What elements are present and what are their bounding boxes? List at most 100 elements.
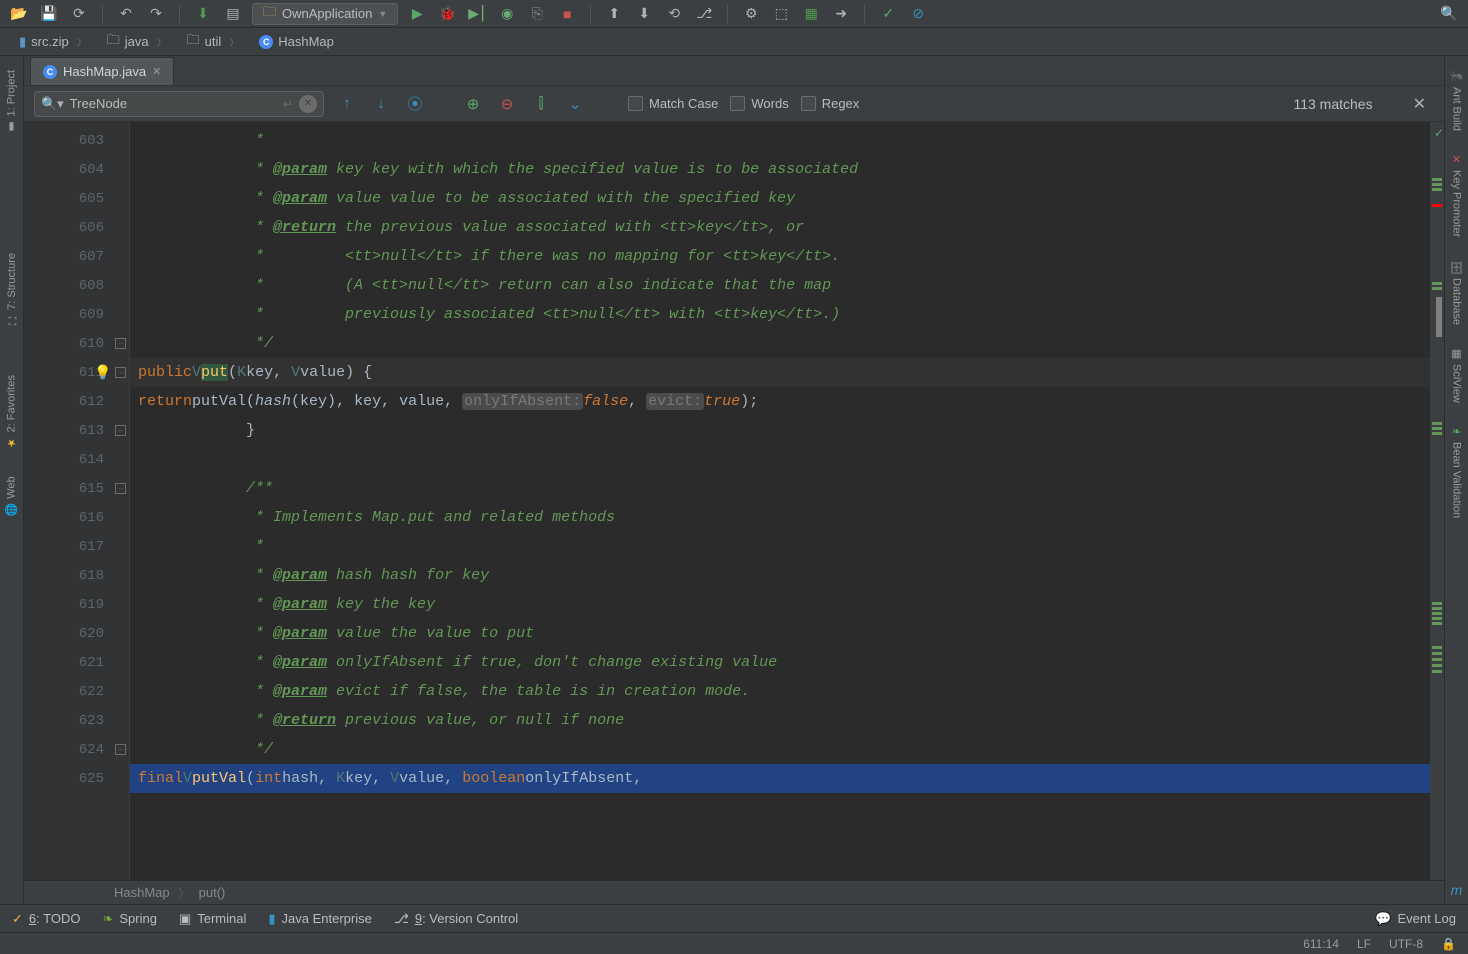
archive-icon: ▮: [19, 34, 26, 50]
coverage-icon[interactable]: ▶⎮: [466, 3, 488, 25]
prev-match-icon[interactable]: ↑: [336, 93, 358, 115]
keypromoter-toolwin-tab[interactable]: ✕Key Promoter: [1448, 147, 1465, 243]
attach-icon[interactable]: ⎘: [526, 3, 548, 25]
intention-bulb-icon[interactable]: 💡: [94, 364, 111, 381]
spring-toolwin-tab[interactable]: ❧Spring: [102, 911, 156, 927]
event-log-tab[interactable]: 💬Event Log: [1375, 911, 1456, 927]
next-match-icon[interactable]: ↓: [370, 93, 392, 115]
bean-toolwin-tab[interactable]: ❧Bean Validation: [1448, 419, 1465, 524]
run-config-label: OwnApplication: [282, 6, 372, 21]
enterprise-toolwin-tab[interactable]: ▮Java Enterprise: [268, 911, 371, 927]
navigation-breadcrumbs: ▮ src.zip 〉 🗀 java 〉 🗀 util 〉 C HashMap: [0, 28, 1468, 56]
regex-checkbox[interactable]: Regex: [801, 96, 860, 111]
crumb-class[interactable]: C HashMap: [250, 30, 343, 53]
tool2-icon[interactable]: ⬚: [770, 3, 792, 25]
line-separator[interactable]: LF: [1357, 937, 1371, 951]
add-selection-icon[interactable]: ⊕: [462, 93, 484, 115]
error-stripe[interactable]: ✓: [1430, 122, 1444, 880]
line-number: 621: [24, 648, 112, 677]
match-case-checkbox[interactable]: Match Case: [628, 96, 718, 111]
inspection-ok-icon: ✓: [1434, 126, 1444, 140]
run-icon[interactable]: ▶: [406, 3, 428, 25]
crumb-src[interactable]: ▮ src.zip 〉: [10, 30, 96, 54]
line-number: 608: [24, 271, 112, 300]
file-encoding[interactable]: UTF-8: [1389, 937, 1423, 951]
tool6-icon[interactable]: ⊘: [907, 3, 929, 25]
run-config-selector[interactable]: 🗀 OwnApplication ▼: [252, 3, 398, 25]
forward-icon[interactable]: ▤: [222, 3, 244, 25]
lock-icon[interactable]: 🔒: [1441, 937, 1456, 951]
tool4-icon[interactable]: ➜: [830, 3, 852, 25]
fold-start-icon[interactable]: –: [112, 474, 129, 503]
checkbox-box: [801, 96, 816, 111]
line-number: 622: [24, 677, 112, 706]
todo-toolwin-tab[interactable]: ✓6: TODO: [12, 911, 80, 927]
search-everywhere-icon[interactable]: 🔍: [1438, 3, 1460, 25]
select-all-icon[interactable]: ⦿: [404, 93, 426, 115]
stop-icon[interactable]: ■: [556, 3, 578, 25]
save-icon[interactable]: 💾: [38, 3, 60, 25]
words-checkbox[interactable]: Words: [730, 96, 788, 111]
close-icon[interactable]: ✕: [152, 65, 161, 78]
sync-icon[interactable]: ⟳: [68, 3, 90, 25]
editor-breadcrumbs[interactable]: HashMap 〉 put(): [24, 880, 1444, 904]
caret-position[interactable]: 611:14: [1303, 937, 1339, 951]
vcs-toolwin-tab[interactable]: ⎇9: Version Control: [394, 911, 518, 927]
fold-column: – 💡– – – –: [112, 122, 130, 880]
separator: [102, 5, 103, 23]
class-icon: C: [259, 35, 273, 49]
database-toolwin-tab[interactable]: 🗄Database: [1448, 254, 1465, 331]
line-number: 618: [24, 561, 112, 590]
maven-icon[interactable]: m: [1451, 882, 1463, 904]
update-icon[interactable]: ⬇: [633, 3, 655, 25]
find-input-box[interactable]: 🔍▾ ↵ ✕: [34, 91, 324, 117]
separator: [590, 5, 591, 23]
ant-toolwin-tab[interactable]: 🐜Ant Build: [1448, 64, 1465, 137]
editor-area[interactable]: 603 604 605 606 607 608 609 610 611⬍ ⬍ 6…: [24, 122, 1444, 880]
fold-end-icon[interactable]: –: [112, 735, 129, 764]
structure-toolwin-tab[interactable]: ⛶7: Structure: [4, 247, 20, 331]
project-toolwin-tab[interactable]: ▮1: Project: [3, 64, 20, 139]
scrollbar-thumb[interactable]: [1436, 297, 1442, 337]
close-find-icon[interactable]: ✕: [1405, 94, 1434, 114]
tool3-icon[interactable]: ▦: [800, 3, 822, 25]
newline-icon[interactable]: ↵: [283, 97, 293, 111]
file-tab[interactable]: C HashMap.java ✕: [30, 57, 174, 85]
back-icon[interactable]: ⬇: [192, 3, 214, 25]
find-input[interactable]: [70, 96, 277, 111]
open-icon[interactable]: 📂: [8, 3, 30, 25]
branch-icon[interactable]: ⎇: [693, 3, 715, 25]
fold-end-icon[interactable]: –: [112, 416, 129, 445]
commit-icon[interactable]: ⬆: [603, 3, 625, 25]
tool1-icon[interactable]: ⚙: [740, 3, 762, 25]
profile-icon[interactable]: ◉: [496, 3, 518, 25]
debug-icon[interactable]: 🐞: [436, 3, 458, 25]
line-number: 604: [24, 155, 112, 184]
clear-icon[interactable]: ✕: [299, 95, 317, 113]
sciview-toolwin-tab[interactable]: ▦SciView: [1448, 341, 1465, 409]
filter-icon[interactable]: ⌄: [564, 93, 586, 115]
crumb-java[interactable]: 🗀 java 〉: [98, 27, 176, 57]
code-text[interactable]: * * @param key key with which the specif…: [130, 122, 1430, 880]
undo-icon[interactable]: ↶: [115, 3, 137, 25]
separator: [727, 5, 728, 23]
select-all-occ-icon[interactable]: ⫿: [530, 93, 552, 115]
web-toolwin-tab[interactable]: 🌐Web: [3, 470, 20, 522]
line-number: 617: [24, 532, 112, 561]
line-number: 607: [24, 242, 112, 271]
tool5-icon[interactable]: ✓: [877, 3, 899, 25]
line-number: 610: [24, 329, 112, 358]
line-number: 619: [24, 590, 112, 619]
favorites-toolwin-tab[interactable]: ★2: Favorites: [3, 369, 20, 455]
terminal-toolwin-tab[interactable]: ▣Terminal: [179, 911, 246, 927]
status-bar: 611:14 LF UTF-8 🔒: [0, 932, 1468, 954]
fold-start-icon[interactable]: –: [115, 367, 126, 378]
crumb-util[interactable]: 🗀 util 〉: [178, 27, 249, 57]
separator: [864, 5, 865, 23]
fold-end-icon[interactable]: –: [112, 329, 129, 358]
history-icon[interactable]: ⟲: [663, 3, 685, 25]
remove-selection-icon[interactable]: ⊖: [496, 93, 518, 115]
redo-icon[interactable]: ↷: [145, 3, 167, 25]
error-marker[interactable]: [1432, 204, 1442, 207]
folder-icon: 🗀: [107, 31, 120, 53]
